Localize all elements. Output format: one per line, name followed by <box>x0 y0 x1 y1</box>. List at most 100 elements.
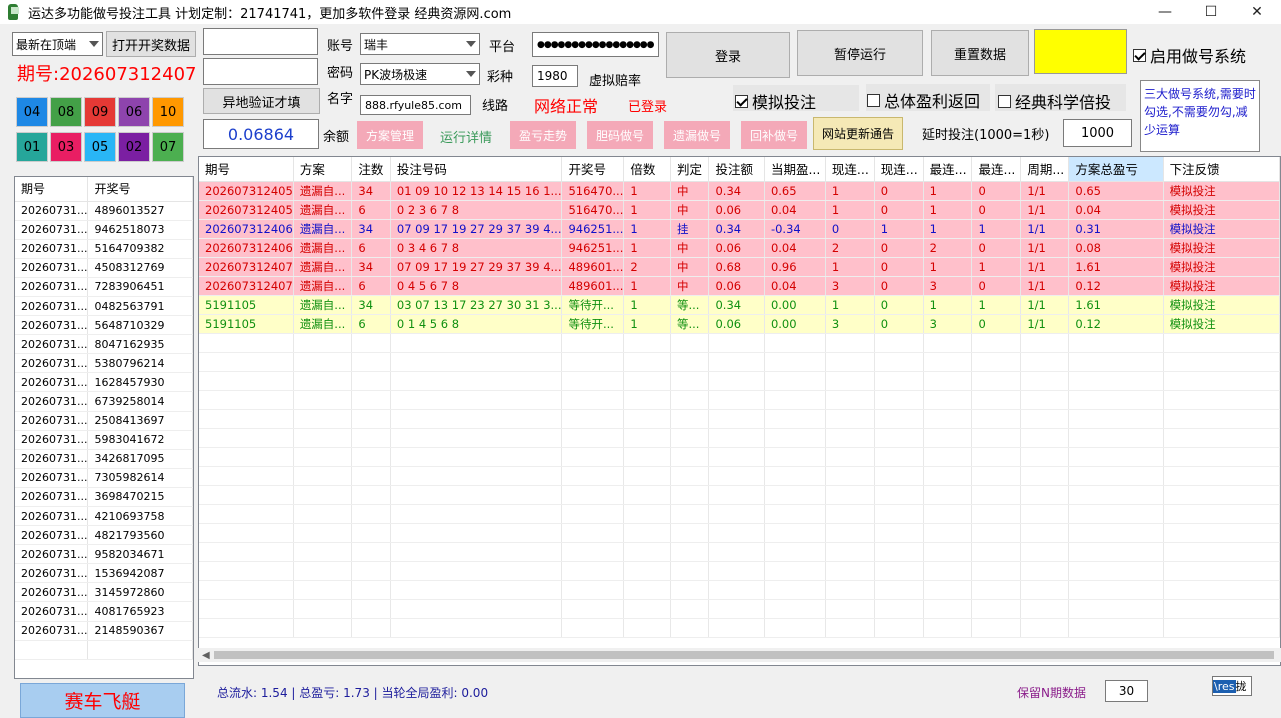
history-row[interactable]: 20260731... 3426817095 <box>15 449 193 469</box>
run-detail-link[interactable]: 运行详情 <box>440 127 492 146</box>
password-input-1[interactable] <box>203 58 318 85</box>
profit-trend-button[interactable]: 盈亏走势 <box>510 121 576 149</box>
classic-double-checkbox[interactable]: 经典科学倍投 <box>998 89 1111 113</box>
verify-button[interactable]: 异地验证才填 <box>203 88 320 114</box>
grid-header-14[interactable]: 方案总盈亏 <box>1068 157 1164 182</box>
lottery-input[interactable]: 1980 <box>532 65 578 87</box>
bet-grid[interactable]: 期号 方案 注数 投注号码 开奖号 倍数 判定 投注额 当期盈... 现连... 现连... 最连..… <box>198 156 1281 666</box>
grid-header-8[interactable]: 当期盈... <box>764 157 826 182</box>
grid-cell-empty <box>561 428 625 448</box>
grid-header-2[interactable]: 注数 <box>351 157 391 182</box>
history-row[interactable]: 20260731... 7283906451 <box>15 277 193 297</box>
ball-r2-3[interactable]: 02 <box>118 132 150 162</box>
grid-header-9[interactable]: 现连... <box>825 157 875 182</box>
grid-header-12[interactable]: 最连... <box>971 157 1022 182</box>
grid-row[interactable]: 5191105 遗漏自... 6 0 1 4 5 6 8 等待开... 1 等... 0.06… <box>199 314 1280 334</box>
history-header-period[interactable]: 期号 <box>15 177 89 202</box>
grid-row[interactable]: 202607312405 遗漏自... 6 0 2 3 6 7 8 516470... 1… <box>199 200 1280 220</box>
grid-header-5[interactable]: 倍数 <box>623 157 671 182</box>
sort-order-select[interactable]: 最新在顶端 <box>12 32 103 56</box>
guts-number-button[interactable]: 胆码做号 <box>587 121 653 149</box>
grid-row[interactable]: 5191105 遗漏自... 34 03 07 13 17 23 27 30 31 3… <box>199 295 1280 315</box>
delay-input[interactable]: 1000 <box>1063 119 1132 147</box>
history-row[interactable]: 20260731... 4081765923 <box>15 601 193 622</box>
ime-indicator[interactable]: \res 拢 <box>1212 676 1252 696</box>
grid-cell-empty <box>1163 333 1280 353</box>
grid-header-6[interactable]: 判定 <box>670 157 710 182</box>
grid-row[interactable]: 202607312407 遗漏自... 34 07 09 17 19 27 29 37… <box>199 257 1280 277</box>
grid-header-13[interactable]: 周期... <box>1020 157 1070 182</box>
ball-r2-2[interactable]: 05 <box>84 132 116 162</box>
history-row[interactable]: 20260731... 9462518073 <box>15 220 193 240</box>
grid-row[interactable]: 202607312406 遗漏自... 6 0 3 4 6 7 8 946251... 1… <box>199 238 1280 258</box>
history-row[interactable]: 20260731... 5380796214 <box>15 353 193 374</box>
simulate-bet-checkbox[interactable]: 模拟投注 <box>735 89 816 113</box>
history-row[interactable]: 20260731... 7305982614 <box>15 468 193 488</box>
history-list[interactable]: 期号 开奖号 20260731... 4896013527 20260731... 9… <box>14 176 194 679</box>
ball-r1-3[interactable]: 06 <box>118 97 150 127</box>
ball-r1-4[interactable]: 10 <box>152 97 184 127</box>
ball-r1-0[interactable]: 04 <box>16 97 48 127</box>
history-row[interactable]: 20260731... 8047162935 <box>15 334 193 355</box>
history-row[interactable]: 20260731... 5983041672 <box>15 430 193 450</box>
history-row[interactable]: 20260731... 4508312769 <box>15 258 193 278</box>
history-row[interactable]: 20260731... 4896013527 <box>15 201 193 221</box>
grid-header-7[interactable]: 投注额 <box>708 157 765 182</box>
ball-r2-1[interactable]: 03 <box>50 132 82 162</box>
pause-button[interactable]: 暂停运行 <box>797 30 923 76</box>
site-name-input[interactable]: 888.rfyule85.com <box>360 95 471 115</box>
keep-periods-input[interactable]: 30 <box>1105 680 1148 702</box>
login-button[interactable]: 登录 <box>666 32 790 78</box>
site-notice-button[interactable]: 网站更新通告 <box>813 117 903 150</box>
back-number-button[interactable]: 回补做号 <box>741 121 807 149</box>
miss-number-button[interactable]: 遗漏做号 <box>664 121 730 149</box>
grid-header-0[interactable]: 期号 <box>199 157 294 182</box>
history-row[interactable]: 20260731... 9582034671 <box>15 544 193 565</box>
account-select[interactable]: 瑞丰 <box>360 33 480 55</box>
scrollbar-thumb[interactable] <box>214 651 1274 659</box>
game-select[interactable]: PK波场极速 <box>360 63 480 85</box>
ball-r2-4[interactable]: 07 <box>152 132 184 162</box>
history-row[interactable]: 20260731... 3698470215 <box>15 487 193 508</box>
horizontal-scrollbar[interactable]: ◀ <box>198 648 1281 662</box>
account-input-1[interactable] <box>203 28 318 55</box>
history-row[interactable]: 20260731... 5648710329 <box>15 315 193 336</box>
history-row[interactable]: 20260731... 3145972860 <box>15 582 193 603</box>
scroll-left-icon[interactable]: ◀ <box>202 650 210 661</box>
history-row[interactable]: 20260731... 0482563791 <box>15 296 193 317</box>
history-row[interactable]: 20260731... 2148590367 <box>15 621 193 641</box>
open-draw-data-button[interactable]: 打开开奖数据 <box>106 31 196 57</box>
total-profit-checkbox[interactable]: 总体盈利返回 <box>867 88 980 112</box>
history-row[interactable]: 20260731... 4821793560 <box>15 525 193 546</box>
grid-header-1[interactable]: 方案 <box>293 157 353 182</box>
grid-row[interactable]: 202607312406 遗漏自... 34 07 09 17 19 27 29 37… <box>199 219 1280 239</box>
history-row[interactable]: 20260731... 1628457930 <box>15 372 193 393</box>
grid-row[interactable]: 202607312407 遗漏自... 6 0 4 5 6 7 8 489601... 1… <box>199 276 1280 296</box>
ball-r1-1[interactable]: 08 <box>50 97 82 127</box>
grid-header-10[interactable]: 现连... <box>874 157 924 182</box>
history-row[interactable]: 20260731... 6739258014 <box>15 391 193 412</box>
history-row[interactable]: 20260731... 1536942087 <box>15 563 193 584</box>
history-row[interactable]: 20260731... 5164709382 <box>15 239 193 259</box>
enable-system-checkbox[interactable]: 启用做号系统 <box>1133 43 1246 67</box>
history-header-number[interactable]: 开奖号 <box>87 177 193 202</box>
grid-header-15[interactable]: 下注反馈 <box>1163 157 1280 182</box>
grid-header-3[interactable]: 投注号码 <box>390 157 563 182</box>
ball-r2-0[interactable]: 01 <box>16 132 48 162</box>
platform-password-input[interactable]: ●●●●●●●●●●●●●●●●● <box>532 32 659 57</box>
reset-button[interactable]: 重置数据 <box>931 30 1029 76</box>
grid-header-4[interactable]: 开奖号 <box>561 157 625 182</box>
grid-row[interactable]: 202607312405 遗漏自... 34 01 09 10 12 13 14 15… <box>199 181 1280 201</box>
ball-r1-2[interactable]: 09 <box>84 97 116 127</box>
history-row[interactable]: 20260731... 4210693758 <box>15 506 193 527</box>
close-button[interactable]: ✕ <box>1234 0 1280 24</box>
grid-header-11[interactable]: 最连... <box>923 157 973 182</box>
grid-cell-empty <box>561 466 625 486</box>
minimize-button[interactable]: — <box>1142 0 1188 24</box>
maximize-button[interactable]: ☐ <box>1188 0 1234 24</box>
plan-manage-button[interactable]: 方案管理 <box>357 121 423 149</box>
racing-boat-button[interactable]: 赛车飞艇 <box>20 683 185 718</box>
history-row[interactable]: 20260731... 2508413697 <box>15 411 193 431</box>
grid-cell-empty <box>764 580 826 600</box>
history-number: 4896013527 <box>87 201 193 221</box>
